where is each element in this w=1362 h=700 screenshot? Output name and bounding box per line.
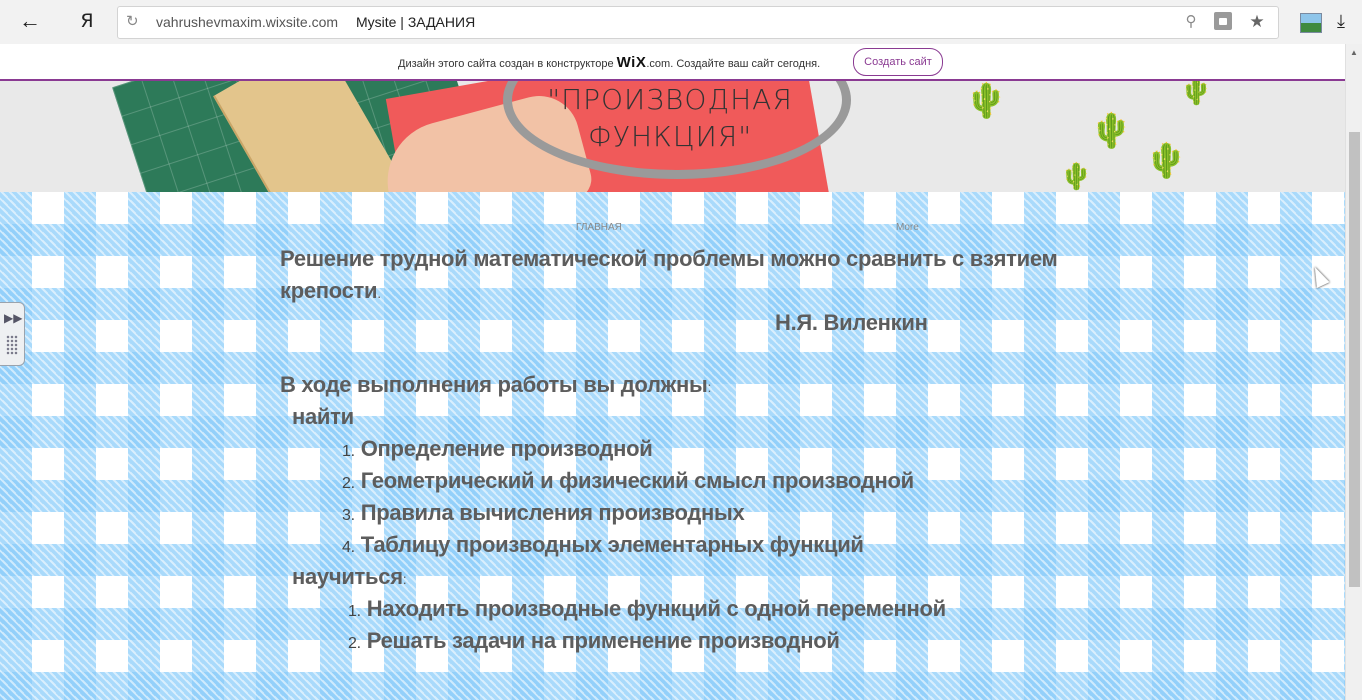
url-domain: vahrushevmaxim.wixsite.com xyxy=(156,14,339,30)
learn-item: 1. Находить производные функций с одной п… xyxy=(348,596,946,622)
learn-colon: : xyxy=(402,571,407,587)
cactus-icon: 🌵 xyxy=(1145,142,1188,180)
find-item: 3. Правила вычисления производных xyxy=(342,500,745,526)
header-image: "ПРОИЗВОДНАЯ ФУНКЦИЯ" 🌵 🌵 🌵 🌵 🌵 xyxy=(0,81,1345,192)
quote-line2: крепости. xyxy=(280,278,381,304)
extension-image-icon[interactable] xyxy=(1300,13,1322,33)
find-item: 1. Определение производной xyxy=(342,436,653,462)
list-number: 4. xyxy=(342,539,355,556)
page-scrollbar[interactable]: ▲ xyxy=(1345,44,1362,700)
list-item-text: Правила вычисления производных xyxy=(360,500,745,525)
intro-text-main: В ходе выполнения работы вы должны xyxy=(280,372,708,397)
cactus-icon: 🌵 xyxy=(1090,112,1133,150)
list-number: 2. xyxy=(342,475,355,492)
yandex-logo[interactable]: Я xyxy=(76,9,98,33)
cactus-icon: 🌵 xyxy=(1180,81,1213,106)
site-title-line2: ФУНКЦИЯ" xyxy=(587,120,753,153)
quote-author: Н.Я. Виленкин xyxy=(775,310,928,335)
quote-line2-text: крепости xyxy=(280,278,378,303)
address-bar[interactable]: ↻ vahrushevmaxim.wixsite.com Mysite | ЗА… xyxy=(117,6,1279,39)
intro-colon: : xyxy=(707,379,712,395)
quote-line2-end: . xyxy=(377,285,381,301)
list-number: 2. xyxy=(348,635,361,652)
back-arrow-icon[interactable]: ← xyxy=(18,9,42,33)
list-number: 1. xyxy=(348,603,361,620)
wix-logo-suffix: .com xyxy=(646,58,671,70)
find-item: 2. Геометрический и физический смысл прои… xyxy=(342,468,914,494)
site-title: "ПРОИЗВОДНАЯ ФУНКЦИЯ" xyxy=(520,81,820,155)
cactus-icon: 🌵 xyxy=(965,82,1008,120)
list-number: 1. xyxy=(342,443,355,460)
main-content: ГЛАВНАЯ More Решение трудной математичес… xyxy=(0,192,1345,700)
find-label: найти xyxy=(292,404,354,429)
browser-toolbar: ← Я ↻ vahrushevmaxim.wixsite.com Mysite … xyxy=(0,0,1362,45)
intro-text: В ходе выполнения работы вы должны: xyxy=(280,372,711,398)
create-site-button[interactable]: Создать сайт xyxy=(853,48,943,76)
promo-text: Дизайн этого сайта создан в конструкторе… xyxy=(398,54,820,71)
nav-more-link[interactable]: More xyxy=(896,222,919,233)
download-icon[interactable]: ⤓ xyxy=(1332,10,1350,32)
site-title-line1: "ПРОИЗВОДНАЯ xyxy=(547,83,793,116)
cactus-icon: 🌵 xyxy=(1060,161,1093,191)
learn-item: 2. Решать задачи на применение производно… xyxy=(348,628,840,654)
list-item-text: Находить производные функций с одной пер… xyxy=(366,596,946,621)
wix-logo: WiX xyxy=(616,54,647,71)
drag-grip-icon[interactable] xyxy=(6,335,18,355)
list-item-text: Решать задачи на применение производной xyxy=(366,628,840,653)
nav-home-link[interactable]: ГЛАВНАЯ xyxy=(576,222,622,233)
promo-text-before: Дизайн этого сайта создан в конструкторе xyxy=(398,58,614,70)
wix-promo-bar: Дизайн этого сайта создан в конструкторе… xyxy=(0,44,1345,81)
url-text[interactable]: vahrushevmaxim.wixsite.com Mysite | ЗАДА… xyxy=(156,14,475,30)
star-icon[interactable]: ★ xyxy=(1248,13,1266,31)
list-item-text: Геометрический и физический смысл произв… xyxy=(360,468,914,493)
find-item: 4. Таблицу производных элементарных функц… xyxy=(342,532,864,558)
learn-label-text: научиться xyxy=(292,564,403,589)
search-key-icon[interactable]: ⚲ xyxy=(1182,13,1200,31)
scroll-up-icon[interactable]: ▲ xyxy=(1350,48,1358,57)
promo-text-after: . Создайте ваш сайт сегодня. xyxy=(670,58,821,70)
page-title-text: Mysite | ЗАДАНИЯ xyxy=(355,14,476,30)
expand-arrows-icon[interactable]: ▶▶ xyxy=(4,311,22,325)
side-panel-toggle[interactable]: ▶▶ xyxy=(0,302,25,366)
reload-icon[interactable]: ↻ xyxy=(126,13,142,31)
lock-icon[interactable] xyxy=(1214,12,1232,30)
scrollbar-thumb[interactable] xyxy=(1349,132,1360,587)
list-item-text: Определение производной xyxy=(360,436,653,461)
learn-label: научиться: xyxy=(292,564,407,590)
quote-line1: Решение трудной математической проблемы … xyxy=(280,246,1058,271)
list-number: 3. xyxy=(342,507,355,524)
list-item-text: Таблицу производных элементарных функций xyxy=(360,532,864,557)
